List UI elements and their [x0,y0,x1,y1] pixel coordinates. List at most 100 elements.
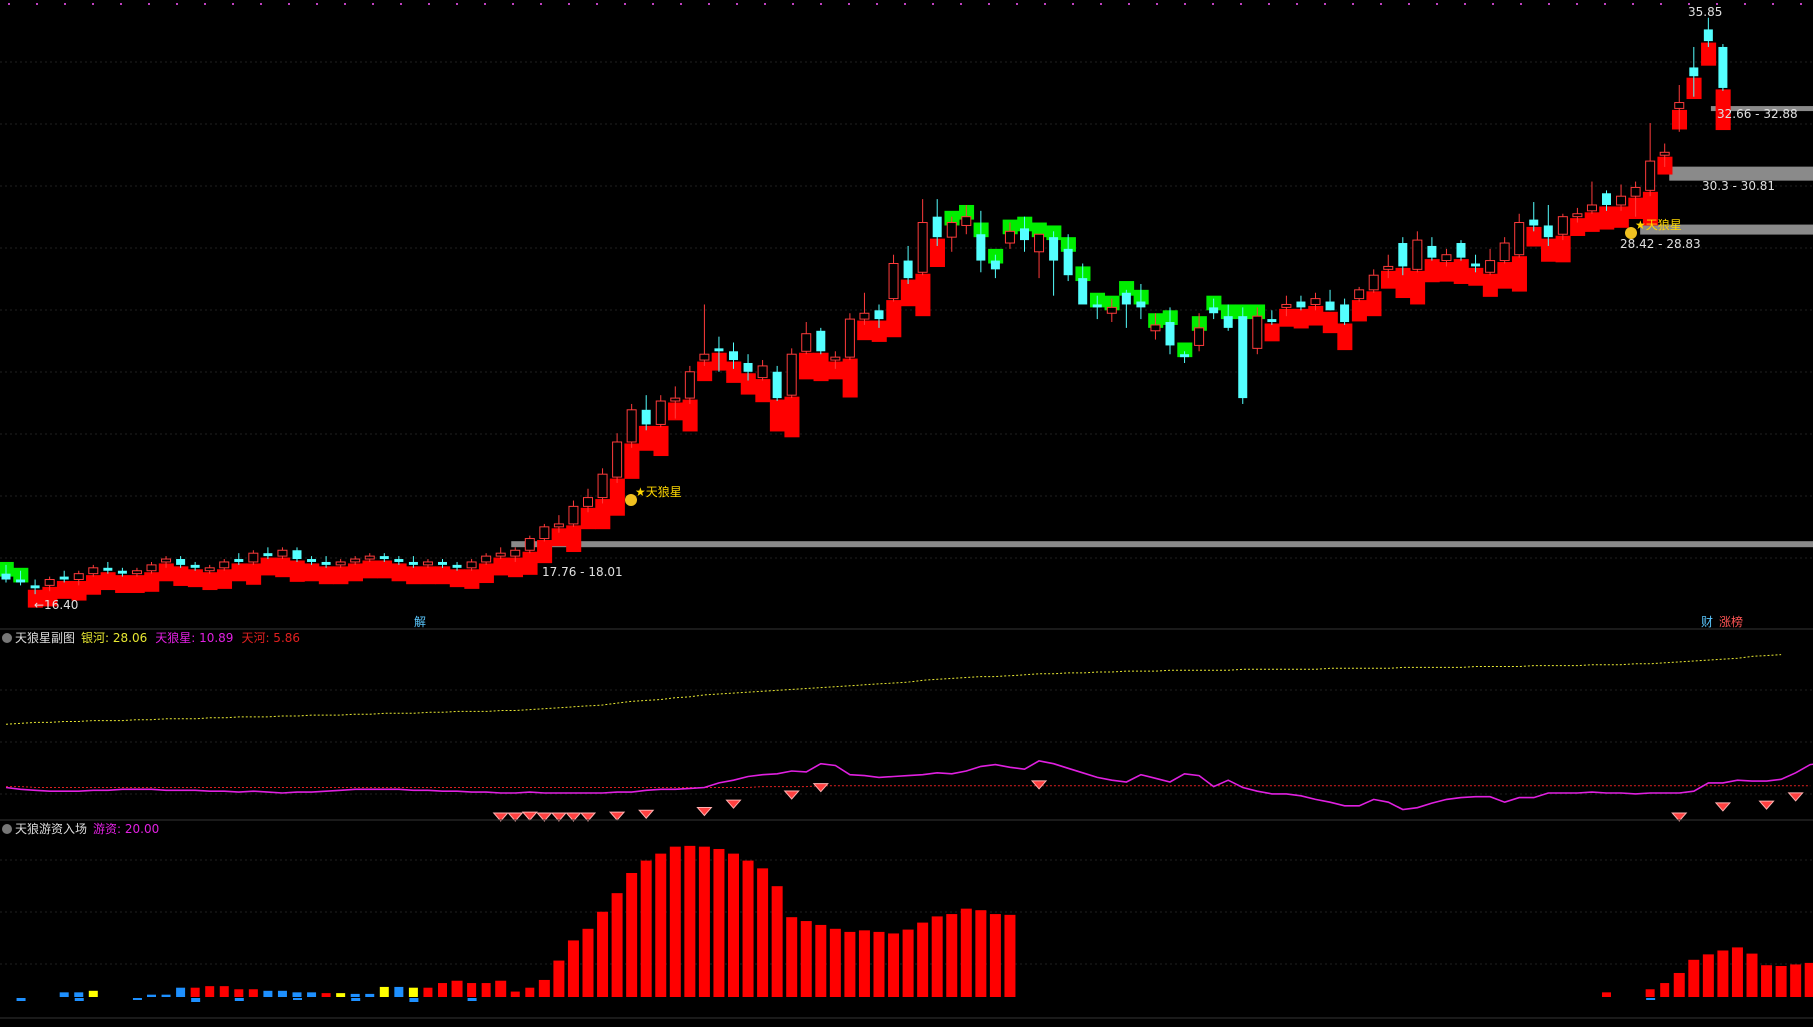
candle-body [263,553,273,557]
youzi-bar [467,983,477,997]
candle-body [583,497,593,507]
candle-body [321,561,331,565]
youzi-bar [495,980,507,997]
youzi-bar [481,983,491,997]
top-dot [1800,3,1802,5]
candle-body [59,576,69,580]
candle-body [874,310,884,320]
price-label-high: 35.85 [1688,5,1722,19]
trend-band [144,572,160,592]
youzi-bar [553,960,565,997]
top-dot [1100,3,1102,5]
youzi-bar [626,873,638,997]
candle-body [1674,102,1685,109]
trend-band [1511,256,1527,292]
candle-body [1718,46,1728,88]
candle-body [1616,195,1627,206]
candle-body [568,505,579,525]
trend-band [1293,308,1309,329]
candle-body [1689,67,1699,77]
youzi-bar [1731,947,1743,997]
youzi-bar [292,992,302,997]
flag-cai[interactable]: 财 [1701,613,1713,630]
youzi-bar [88,990,98,997]
collapse-icon[interactable] [2,633,12,643]
youzi-bar [655,853,667,997]
candle-body [786,353,797,396]
top-dot [1408,3,1410,5]
youzi-bar [975,910,987,997]
kline-chart[interactable]: 35.85 ←16.40 32.66 - 32.88 30.3 - 30.81 28.4… [0,0,1813,1027]
candle-body [816,330,826,352]
top-dot [148,3,150,5]
trend-band [1424,259,1440,283]
youzi-bar [757,868,769,997]
candle-body [684,371,695,399]
candle-body [1034,233,1045,253]
youzi-bar [946,914,958,997]
top-dot [204,3,206,5]
candle-body [946,222,957,238]
youzi-bar [1746,953,1758,997]
top-dot [64,3,66,5]
indicator2-header[interactable]: 天狼游资入场 游资: 20.00 [0,820,167,838]
candle-body [1645,160,1656,191]
price-label-low: ←16.40 [34,598,78,612]
candle-body [1557,216,1568,235]
candle-body [1543,225,1553,238]
candle-body [495,552,506,557]
candle-body [1180,354,1190,358]
top-dot [372,3,374,5]
youzi-bar [786,917,798,997]
indicator1-header[interactable]: 天狼星副图 银河: 28.06 天狼星: 10.89 天河: 5.86 [0,629,308,647]
candle-body [670,397,681,402]
candle-body [1063,248,1073,276]
candle-body [350,558,361,563]
candle-body [1398,243,1408,267]
youzi-bar [698,846,710,997]
youzi-bar [684,845,696,997]
candle-body [903,260,913,279]
top-dot [1548,3,1550,5]
signal-label: ★天狼星 [635,484,682,499]
trend-band [813,352,829,382]
trend-band [304,563,320,582]
candle-body [146,564,157,572]
candle-body [961,216,972,226]
candle-body [1514,222,1525,256]
trend-band [56,580,72,599]
candle-body [1281,303,1292,308]
trend-band [1482,273,1498,297]
top-dot [1464,3,1466,5]
candle-body [859,312,870,320]
candle-body [932,216,942,238]
youzi-tick [1646,998,1656,1000]
candle-body [131,570,142,575]
candle-body [1194,327,1205,346]
candle-body [1572,213,1583,218]
top-dot [316,3,318,5]
trend-band [522,551,538,575]
candle-body [1004,230,1015,244]
top-dot [344,3,346,5]
youzi-bar [1645,989,1655,997]
trend-band [362,560,378,579]
collapse-icon[interactable] [2,824,12,834]
candle-body [1427,245,1437,258]
flag-jie[interactable]: 解 [414,613,426,630]
indicator1-value-tianlang: 天狼星: 10.89 [155,631,234,645]
top-dot [792,3,794,5]
trend-band [391,563,407,582]
top-dot [260,3,262,5]
youzi-bar [59,992,69,997]
candle-body [641,409,651,425]
candle-body [1456,243,1466,258]
candle-body [16,579,26,583]
candle-body [1092,304,1102,308]
top-dot [288,3,290,5]
top-dot [624,3,626,5]
youzi-bar [597,911,609,997]
youzi-bar [161,994,171,997]
flag-zhangting[interactable]: 涨榜 [1719,613,1743,630]
youzi-bar [205,986,215,997]
